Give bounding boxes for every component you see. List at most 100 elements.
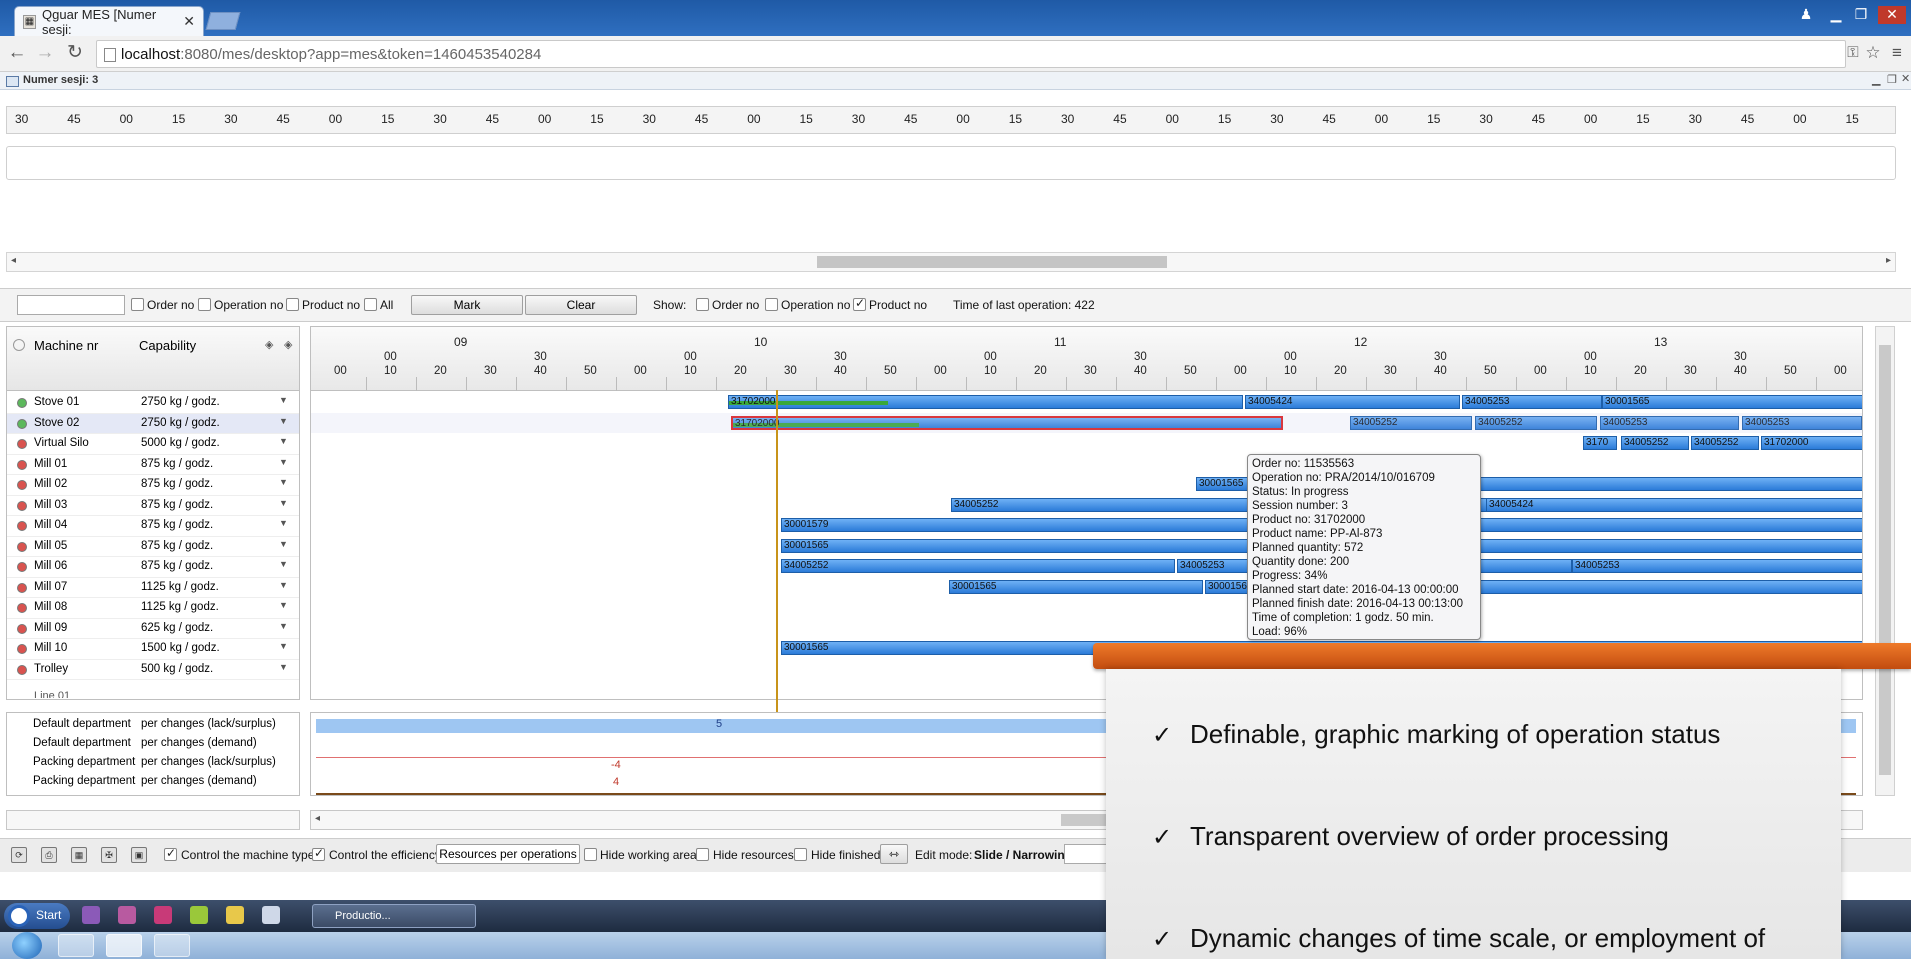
- row-dropdown-icon[interactable]: ▼: [279, 518, 288, 528]
- machine-row[interactable]: Mill 10 1500 kg / godz. ▼: [7, 639, 299, 660]
- resources-select[interactable]: Resources per operations: [436, 844, 580, 864]
- machine-row[interactable]: Stove 02 2750 kg / godz. ▼: [7, 413, 299, 434]
- hide-finished-checkbox[interactable]: [794, 848, 807, 861]
- sort-icon[interactable]: ◈: [284, 338, 292, 351]
- scroll-left-icon[interactable]: ◂: [315, 813, 320, 824]
- row-dropdown-icon[interactable]: ▼: [279, 580, 288, 590]
- row-dropdown-icon[interactable]: ▼: [279, 416, 288, 426]
- refresh-icon[interactable]: ⟳: [11, 847, 27, 863]
- machine-nr-header[interactable]: Machine nr: [34, 338, 98, 353]
- close-tab-icon[interactable]: ✕: [183, 13, 195, 30]
- operation-bar[interactable]: 34005424: [1245, 395, 1460, 409]
- operation-bar[interactable]: 34005253: [1572, 559, 1862, 573]
- edit-icon[interactable]: [82, 906, 100, 924]
- minimize-icon[interactable]: ▁: [1825, 6, 1847, 24]
- explorer-icon[interactable]: [58, 934, 94, 957]
- panel-close-icon[interactable]: ✕: [1901, 72, 1910, 85]
- browser-tab[interactable]: ▦ Qguar MES [Numer sesji: ✕: [14, 6, 204, 37]
- new-tab-button[interactable]: [205, 12, 241, 30]
- operation-bar[interactable]: 3170: [1583, 436, 1617, 450]
- restore-icon[interactable]: ❐: [1850, 6, 1872, 24]
- row-dropdown-icon[interactable]: ▼: [279, 621, 288, 631]
- operation-bar[interactable]: 34005253: [1742, 415, 1862, 430]
- machine-row[interactable]: Mill 04 875 kg / godz. ▼: [7, 516, 299, 537]
- department-row[interactable]: Packing department per changes (lack/surp…: [7, 753, 301, 772]
- row-dropdown-icon[interactable]: ▼: [279, 477, 288, 487]
- machine-row[interactable]: Mill 09 625 kg / godz. ▼: [7, 619, 299, 639]
- capability-header[interactable]: Capability: [139, 338, 196, 353]
- panel-restore-icon[interactable]: ❐: [1887, 73, 1897, 86]
- chrome-icon[interactable]: [106, 934, 142, 957]
- row-dropdown-icon[interactable]: ▼: [279, 559, 288, 569]
- star-icon[interactable]: ☆: [1860, 42, 1886, 66]
- control-efficiency-checkbox[interactable]: [312, 846, 325, 861]
- department-row[interactable]: Default department per changes (demand): [7, 734, 301, 753]
- show-order-no-checkbox[interactable]: [696, 298, 709, 311]
- tools-icon[interactable]: ✠: [101, 847, 117, 863]
- row-dropdown-icon[interactable]: ▼: [279, 395, 288, 405]
- row-dropdown-icon[interactable]: ▼: [279, 641, 288, 651]
- hide-resources-checkbox[interactable]: [696, 848, 709, 861]
- reload-icon[interactable]: ↻: [62, 42, 88, 66]
- search-input[interactable]: [17, 295, 125, 315]
- row-dropdown-icon[interactable]: ▼: [279, 436, 288, 446]
- scroll-left-icon[interactable]: ◂: [11, 255, 16, 266]
- row-dropdown-icon[interactable]: ▼: [279, 498, 288, 508]
- operation-bar[interactable]: 34005253: [1462, 395, 1602, 409]
- show-product-no-checkbox[interactable]: [853, 296, 866, 311]
- row-dropdown-icon[interactable]: ▼: [279, 600, 288, 610]
- document-icon[interactable]: [154, 906, 172, 924]
- operation-bar[interactable]: 31702000: [731, 415, 1283, 430]
- mark-button[interactable]: Mark: [411, 295, 523, 315]
- back-icon[interactable]: ←: [4, 42, 30, 66]
- operation-no-checkbox[interactable]: [198, 298, 211, 311]
- machine-row[interactable]: Stove 01 2750 kg / godz. ▼: [7, 393, 299, 414]
- operation-bar[interactable]: 30001565: [1602, 395, 1862, 409]
- calendar-icon[interactable]: ▦: [71, 847, 87, 863]
- clear-button[interactable]: Clear: [525, 295, 637, 315]
- operation-bar[interactable]: 34005252: [1691, 436, 1759, 450]
- app-icon[interactable]: [154, 934, 190, 957]
- menu-icon[interactable]: ≡: [1884, 42, 1910, 66]
- export-icon[interactable]: ▣: [131, 847, 147, 863]
- operation-bar[interactable]: 31702000: [1761, 436, 1862, 450]
- row-dropdown-icon[interactable]: ▼: [279, 662, 288, 672]
- windows-start-orb[interactable]: [12, 932, 42, 959]
- operation-bar[interactable]: 31702000: [728, 395, 1243, 409]
- gantt-vertical-scrollbar[interactable]: [1875, 326, 1895, 796]
- machine-row[interactable]: Mill 03 875 kg / godz. ▼: [7, 496, 299, 516]
- show-operation-no-checkbox[interactable]: [765, 298, 778, 311]
- panel-minimize-icon[interactable]: ▁: [1872, 73, 1880, 86]
- folder-icon[interactable]: [226, 906, 244, 924]
- machine-row[interactable]: Mill 01 875 kg / godz. ▼: [7, 455, 299, 475]
- hide-working-area-checkbox[interactable]: [584, 848, 597, 861]
- operation-bar[interactable]: 34005252: [1350, 415, 1472, 430]
- forward-icon[interactable]: →: [32, 42, 58, 66]
- machine-row[interactable]: Mill 02 875 kg / godz. ▼: [7, 475, 299, 496]
- left-horizontal-scrollbar[interactable]: [6, 810, 300, 830]
- operation-bar[interactable]: 34005253: [1600, 415, 1739, 430]
- machine-row[interactable]: Mill 06 875 kg / godz. ▼: [7, 557, 299, 578]
- product-no-checkbox[interactable]: [286, 298, 299, 311]
- scroll-thumb[interactable]: [817, 256, 1167, 268]
- window-icon[interactable]: [262, 906, 280, 924]
- close-window-icon[interactable]: ✕: [1878, 6, 1906, 24]
- order-no-checkbox[interactable]: [131, 298, 144, 311]
- sort-icon[interactable]: ◈: [265, 338, 273, 351]
- user-icon[interactable]: ♟: [1795, 6, 1817, 24]
- taskbar-item-production[interactable]: Productio...: [312, 904, 476, 928]
- machine-row[interactable]: Mill 05 875 kg / godz. ▼: [7, 537, 299, 557]
- grid-icon[interactable]: [190, 906, 208, 924]
- operation-bar[interactable]: 30001565: [949, 579, 1203, 594]
- department-row[interactable]: Packing department per changes (demand): [7, 772, 301, 791]
- edit-mode-icon[interactable]: ⇿: [880, 844, 908, 864]
- machine-row[interactable]: Mill 08 1125 kg / godz. ▼: [7, 598, 299, 619]
- all-checkbox[interactable]: [364, 298, 377, 311]
- machine-row[interactable]: Virtual Silo 5000 kg / godz. ▼: [7, 434, 299, 455]
- operation-bar[interactable]: 34005424: [1486, 497, 1862, 512]
- control-machine-type-checkbox[interactable]: [164, 846, 177, 861]
- top-horizontal-scrollbar[interactable]: ◂ ▸: [6, 252, 1896, 272]
- scroll-thumb[interactable]: [1879, 345, 1891, 775]
- mail-icon[interactable]: [118, 906, 136, 924]
- row-dropdown-icon[interactable]: ▼: [279, 457, 288, 467]
